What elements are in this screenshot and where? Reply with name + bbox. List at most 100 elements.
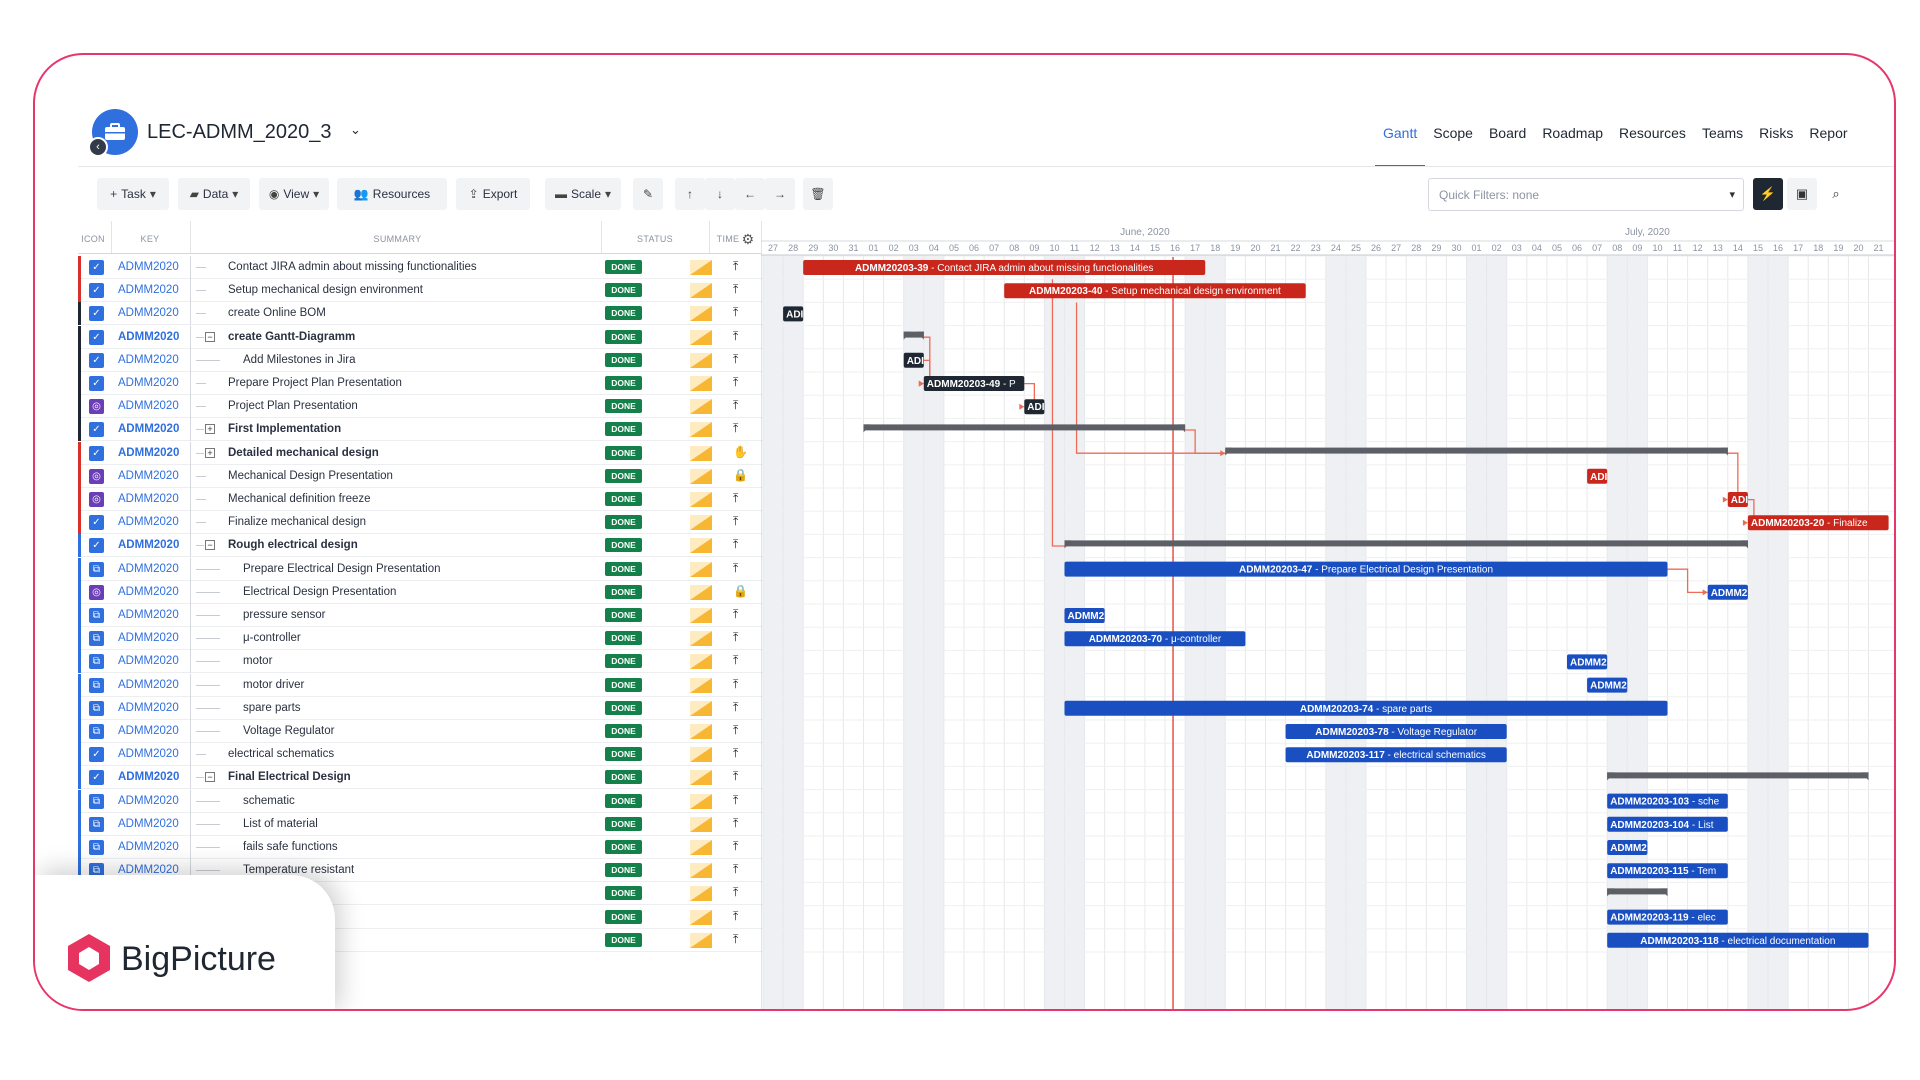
col-icon-header[interactable]: ICON <box>78 225 108 253</box>
col-key-header[interactable]: KEY <box>115 225 185 253</box>
table-row[interactable]: ⧉ ADMM2020 pressure sensor DONE ⤒ <box>78 604 763 627</box>
table-row[interactable]: ✓ ADMM2020 − create Gantt-Diagramm DONE ⤒ <box>78 325 763 349</box>
table-row[interactable]: ✓ ADMM2020 Contact JIRA admin about missin… <box>78 256 763 279</box>
pin-icon[interactable]: ⤒ <box>733 398 738 413</box>
status-badge[interactable]: DONE <box>605 283 642 298</box>
table-row[interactable]: ✓ ADMM2020 − Final Electrical Design DONE ⤒ <box>78 766 763 790</box>
pin-icon[interactable]: ⤒ <box>733 259 738 274</box>
issue-key-link[interactable]: ADMM2020 <box>118 493 184 505</box>
export-button[interactable]: ⇪ Export <box>456 178 530 210</box>
back-arrow-icon[interactable]: ‹ <box>88 137 108 157</box>
status-badge[interactable]: DONE <box>605 770 642 785</box>
pin-icon[interactable]: ⤒ <box>733 932 738 947</box>
issue-key-link[interactable]: ADMM2020 <box>118 795 184 807</box>
lock-icon[interactable]: 🔒 <box>733 584 748 598</box>
summary-text[interactable]: motor driver <box>243 679 304 691</box>
summary-text[interactable]: spare parts <box>243 702 301 714</box>
summary-text[interactable]: electrical schematics <box>228 748 334 760</box>
issue-key-link[interactable]: ADMM2020 <box>118 818 184 830</box>
status-badge[interactable]: DONE <box>605 631 642 646</box>
status-badge[interactable]: DONE <box>605 468 642 483</box>
table-row[interactable]: ◎ ADMM2020 Electrical Design Presentation D… <box>78 580 763 604</box>
move-down-button[interactable]: ↓ <box>705 178 735 210</box>
pin-icon[interactable]: ⤒ <box>733 607 738 622</box>
pin-icon[interactable]: ⤒ <box>733 305 738 320</box>
chevron-down-icon[interactable]: ⌄ <box>350 122 361 138</box>
table-row[interactable]: ⧉ ADMM2020 Prepare Electrical Design Prese… <box>78 557 763 581</box>
issue-key-link[interactable]: ADMM2020 <box>118 725 184 737</box>
task-menu-button[interactable]: + Task ▾ <box>97 178 169 210</box>
table-row[interactable]: ✓ ADMM2020 create Online BOM DONE ⤒ <box>78 302 763 326</box>
collapse-icon[interactable]: − <box>205 772 215 783</box>
status-badge[interactable]: DONE <box>605 515 642 530</box>
pin-icon[interactable]: ⤒ <box>733 329 738 344</box>
indent-button[interactable]: → <box>765 178 795 210</box>
issue-key-link[interactable]: ADMM2020 <box>118 609 184 621</box>
pin-icon[interactable]: ⤒ <box>733 352 738 367</box>
table-row[interactable]: ⧉ ADMM2020 μ-controller DONE ⤒ <box>78 627 763 651</box>
table-row[interactable]: ⧉ ADMM2020 fails safe functions DONE ⤒ <box>78 836 763 859</box>
gantt-chart[interactable]: June, 2020 July, 2020 27 28 29 30 31 01 02 03 04 05… <box>761 221 1894 1009</box>
data-menu-button[interactable]: ▰ Data ▾ <box>178 178 250 210</box>
summary-text[interactable]: motor <box>243 655 272 667</box>
summary-text[interactable]: Mechanical Design Presentation <box>228 470 393 482</box>
issue-key-link[interactable]: ADMM2020 <box>118 655 184 667</box>
summary-text[interactable]: fails safe functions <box>243 841 338 853</box>
summary-text[interactable]: Project Plan Presentation <box>228 400 358 412</box>
issue-key-link[interactable]: ADMM2020 <box>118 632 184 644</box>
expand-icon[interactable]: + <box>205 447 215 458</box>
issue-key-link[interactable]: ADMM2020 <box>118 307 184 319</box>
status-badge[interactable]: DONE <box>605 445 642 460</box>
pin-icon[interactable]: ⤒ <box>733 653 738 668</box>
calendar-button[interactable]: ▣ <box>1787 178 1817 210</box>
summary-text[interactable]: First Implementation <box>228 423 341 435</box>
tab-scope[interactable]: Scope <box>1425 125 1481 167</box>
status-badge[interactable]: DONE <box>605 747 642 762</box>
pin-icon[interactable]: ⤒ <box>733 514 738 529</box>
status-badge[interactable]: DONE <box>605 422 642 437</box>
status-badge[interactable]: DONE <box>605 654 642 669</box>
summary-text[interactable]: Rough electrical design <box>228 539 358 551</box>
table-row[interactable]: ⧉ ADMM2020 motor driver DONE ⤒ <box>78 673 763 697</box>
pin-icon[interactable]: ⤒ <box>733 909 738 924</box>
pin-icon[interactable]: ⤒ <box>733 282 738 297</box>
status-badge[interactable]: DONE <box>605 584 642 599</box>
table-row[interactable]: ✓ ADMM2020 − Rough electrical design DONE ⤒ <box>78 534 763 558</box>
pin-icon[interactable]: ⤒ <box>733 862 738 877</box>
issue-key-link[interactable]: ADMM2020 <box>118 748 184 760</box>
summary-text[interactable]: Add Milestones in Jira <box>243 354 356 366</box>
pin-icon[interactable]: ⤒ <box>733 793 738 808</box>
table-row[interactable]: ✓ ADMM2020 Finalize mechanical design DONE ⤒ <box>78 511 763 535</box>
table-row[interactable]: ⧉ ADMM2020 List of material DONE ⤒ <box>78 812 763 836</box>
lock-icon[interactable]: 🔒 <box>733 468 748 482</box>
summary-text[interactable]: Prepare Project Plan Presentation <box>228 377 402 389</box>
project-title[interactable]: LEC-ADMM_2020_3 <box>147 121 332 144</box>
status-badge[interactable]: DONE <box>605 816 642 831</box>
delete-button[interactable]: 🗑 <box>803 178 833 210</box>
summary-text[interactable]: Setup mechanical design environment <box>228 284 423 296</box>
summary-text[interactable]: Voltage Regulator <box>243 725 334 737</box>
collapse-icon[interactable]: − <box>205 331 215 342</box>
status-badge[interactable]: DONE <box>605 677 642 692</box>
issue-key-link[interactable]: ADMM2020 <box>118 586 184 598</box>
status-badge[interactable]: DONE <box>605 329 642 344</box>
table-row[interactable]: ⧉ ADMM2020 Voltage Regulator DONE ⤒ <box>78 720 763 743</box>
issue-key-link[interactable]: ADMM2020 <box>118 539 184 551</box>
summary-text[interactable]: Detailed mechanical design <box>228 447 379 459</box>
status-badge[interactable]: DONE <box>605 863 642 878</box>
pin-icon[interactable]: ⤒ <box>733 537 738 552</box>
table-row[interactable]: ✓ ADMM2020 + Detailed mechanical design DONE… <box>78 441 763 465</box>
resources-button[interactable]: 👥 Resources <box>337 178 447 210</box>
issue-key-link[interactable]: ADMM2020 <box>118 679 184 691</box>
pin-icon[interactable]: ⤒ <box>733 746 738 761</box>
outdent-button[interactable]: ← <box>735 178 765 210</box>
pin-icon[interactable]: ⤒ <box>733 491 738 506</box>
summary-text[interactable]: μ-controller <box>243 632 301 644</box>
issue-key-link[interactable]: ADMM2020 <box>118 284 184 296</box>
pin-icon[interactable]: ⤒ <box>733 421 738 436</box>
table-row[interactable]: ✓ ADMM2020 Prepare Project Plan Presentati… <box>78 372 763 395</box>
status-badge[interactable]: DONE <box>605 840 642 854</box>
hand-icon[interactable]: ✋ <box>733 445 748 459</box>
tab-teams[interactable]: Teams <box>1694 125 1751 167</box>
tab-roadmap[interactable]: Roadmap <box>1534 125 1611 167</box>
